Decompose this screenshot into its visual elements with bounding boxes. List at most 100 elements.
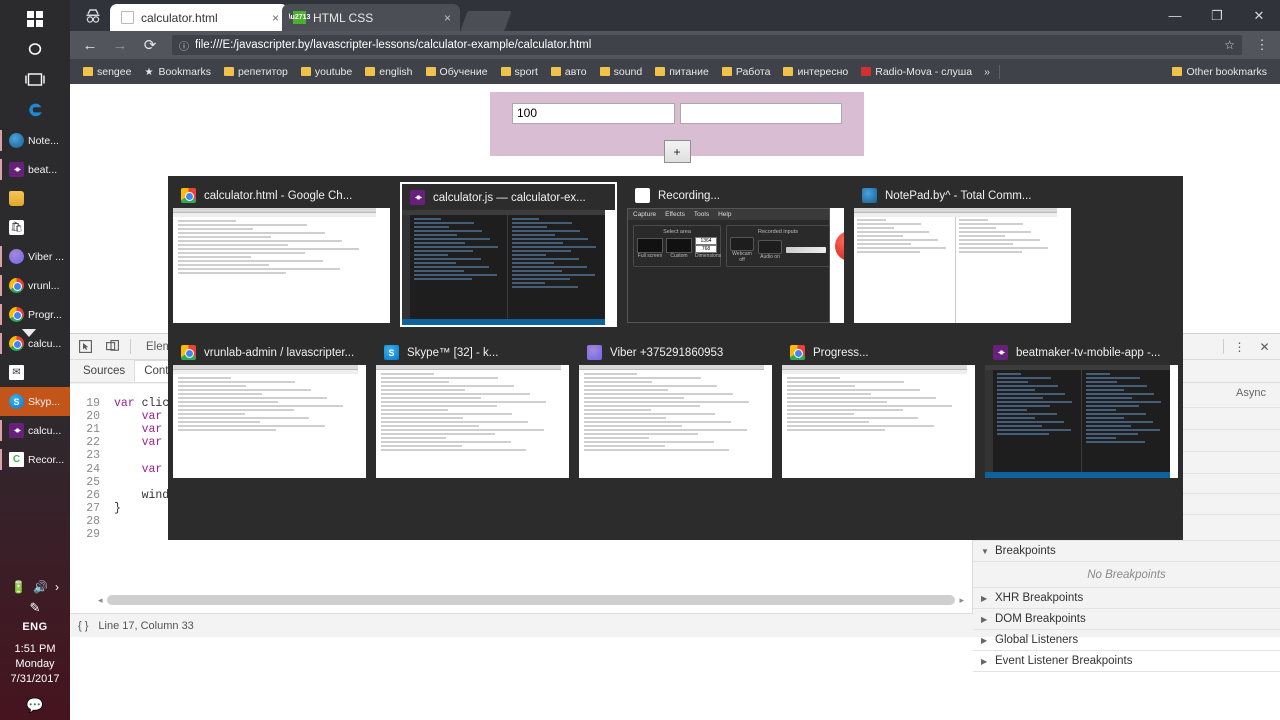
taskbar-item-viber[interactable]: Viber ... — [0, 242, 70, 271]
number1-input[interactable]: 100 — [512, 103, 675, 124]
sidebar-section-breakpoints[interactable]: ▼ Breakpoints — [973, 541, 1280, 562]
editor-horizontal-scrollbar[interactable] — [106, 595, 956, 605]
task-switcher-window[interactable]: beatmaker-tv-mobile-app -... — [985, 339, 1178, 478]
maximize-button[interactable]: ❐ — [1196, 0, 1238, 31]
language-indicator[interactable]: ENG — [22, 621, 47, 633]
viber-icon — [587, 345, 602, 360]
reload-icon[interactable]: ⟳ — [138, 33, 162, 57]
window-title: Skype™ [32] - k... — [407, 346, 499, 359]
other-bookmarks-button[interactable]: Other bookmarks — [1166, 64, 1273, 80]
edge-browser-icon[interactable] — [0, 94, 70, 124]
bookmark-item[interactable]: ★ Bookmarks — [138, 64, 217, 80]
task-switcher-window[interactable]: C Recording... Capture Effects Tools Help Sele… — [627, 182, 844, 327]
task-view-icon[interactable] — [0, 64, 70, 94]
taskbar-system-icons — [0, 0, 70, 124]
taskbar-item-skyp[interactable]: S Skyp... — [0, 387, 70, 416]
sidebar-section-event-listener-breakpoints[interactable]: ▶ Event Listener Breakpoints — [973, 651, 1280, 672]
taskbar-item-calcu[interactable]: calcu... — [0, 329, 70, 358]
tab-close-icon[interactable]: × — [444, 11, 451, 25]
taskbar-item-progr[interactable]: Progr... — [0, 300, 70, 329]
plus-button[interactable]: + — [663, 140, 691, 163]
taskbar-item-vrunl[interactable]: vrunl... — [0, 271, 70, 300]
window-thumbnail[interactable] — [402, 210, 615, 325]
taskbar-item-recor[interactable]: C Recor... — [0, 445, 70, 474]
other-bookmarks-label: Other bookmarks — [1186, 65, 1267, 78]
battery-icon[interactable]: 🔋 — [11, 580, 26, 594]
number2-input[interactable] — [679, 103, 842, 124]
bookmark-star-icon[interactable]: ☆ — [1224, 38, 1235, 52]
bookmark-item[interactable]: Radio-Mova - слуша — [855, 64, 978, 80]
sidebar-section-global-listeners[interactable]: ▶ Global Listeners — [973, 630, 1280, 651]
window-thumbnail[interactable] — [579, 365, 772, 478]
window-thumbnail[interactable] — [854, 208, 1071, 323]
tab-close-icon[interactable]: × — [272, 11, 279, 25]
format-braces-icon[interactable]: { } — [78, 620, 88, 632]
bookmark-item[interactable]: Работа — [716, 64, 777, 80]
task-switcher-window[interactable]: Progress... — [782, 339, 975, 478]
bookmark-label: sengee — [97, 65, 132, 78]
close-icon[interactable]: ✕ — [1255, 337, 1274, 356]
task-switcher-window[interactable]: NotePad.by^ - Total Comm... — [854, 182, 1071, 327]
sidebar-section-xhr-breakpoints[interactable]: ▶ XHR Breakpoints — [973, 588, 1280, 609]
browser-tab-html-css[interactable]: \u2713 HTML CSS × — [282, 4, 460, 31]
address-bar[interactable]: ⓘ file:///E:/javascripter.by/lavascripte… — [172, 35, 1242, 55]
bookmarks-overflow-button[interactable]: » — [979, 64, 995, 80]
line-number: 19 — [70, 397, 107, 411]
window-thumbnail[interactable] — [376, 365, 569, 478]
scroll-right-arrow-icon[interactable]: ▸ — [959, 595, 964, 606]
taskbar-clock[interactable]: 1:51 PM Monday 7/31/2017 — [11, 642, 60, 687]
bookmark-item[interactable]: питание — [649, 64, 715, 80]
taskbar-item-calcu[interactable]: calcu... — [0, 416, 70, 445]
three-dot-menu-icon[interactable]: ⋮ — [1230, 337, 1249, 356]
bookmark-item[interactable]: репетитор — [218, 64, 294, 80]
task-switcher-window[interactable]: calculator.html - Google Ch... — [173, 182, 390, 327]
close-button[interactable]: ✕ — [1238, 0, 1280, 31]
browser-tab-calculator[interactable]: calculator.html × — [110, 4, 288, 31]
device-toolbar-icon[interactable] — [103, 337, 122, 356]
folder-icon — [425, 67, 436, 76]
taskbar-item-app8[interactable]: ✉ — [0, 358, 70, 387]
window-thumbnail[interactable]: Capture Effects Tools Help Select area Full s… — [627, 208, 844, 323]
chrome-icon — [9, 336, 24, 351]
taskbar-item-note[interactable]: Note... — [0, 126, 70, 155]
chevron-right-icon[interactable]: › — [55, 580, 59, 594]
bookmark-item[interactable]: sound — [594, 64, 649, 80]
bookmark-item[interactable]: интересно — [777, 64, 854, 80]
bookmark-item[interactable]: sport — [495, 64, 544, 80]
taskbar-item-beat[interactable]: beat... — [0, 155, 70, 184]
window-thumbnail[interactable] — [985, 365, 1178, 478]
task-switcher-window[interactable]: S Skype™ [32] - k... — [376, 339, 569, 478]
minimize-button[interactable]: — — [1154, 0, 1196, 31]
back-arrow-icon[interactable]: ← — [78, 33, 102, 57]
scroll-left-arrow-icon[interactable]: ◂ — [98, 595, 103, 606]
speaker-icon[interactable]: 🔊 — [33, 580, 48, 594]
task-switcher-window[interactable]: vrunlab-admin / lavascripter... — [173, 339, 366, 478]
window-thumbnail[interactable] — [173, 365, 366, 478]
three-dot-menu-icon[interactable]: ⋮ — [1252, 37, 1272, 53]
pen-icon[interactable]: ✎ — [30, 600, 41, 616]
bookmark-label: sport — [514, 65, 538, 78]
bookmark-item[interactable]: english — [359, 64, 418, 80]
bookmark-label: youtube — [314, 65, 353, 78]
devtools-subtab-sources[interactable]: Sources — [74, 361, 134, 381]
task-switcher-window[interactable]: Viber +375291860953 — [579, 339, 772, 478]
action-center-icon[interactable]: 💬 — [26, 697, 43, 714]
new-tab-button[interactable] — [460, 11, 512, 31]
bookmark-item[interactable]: youtube — [295, 64, 358, 80]
page-info-icon[interactable]: ⓘ — [179, 38, 189, 53]
taskbar-item-app3[interactable]: 🛍 — [0, 213, 70, 242]
bookmark-item[interactable]: авто — [545, 64, 593, 80]
bookmark-item[interactable]: sengee — [77, 64, 137, 80]
taskbar-item-app2[interactable] — [0, 184, 70, 213]
inspect-element-icon[interactable] — [76, 337, 95, 356]
task-switcher-window[interactable]: calculator.js — calculator-ex... — [400, 182, 617, 327]
window-thumbnail[interactable] — [173, 208, 390, 323]
windows-start-icon[interactable] — [0, 4, 70, 34]
calculator-input-row: 100 — [490, 92, 864, 124]
bookmark-item[interactable]: Обучение — [420, 64, 494, 80]
sidebar-section-dom-breakpoints[interactable]: ▶ DOM Breakpoints — [973, 609, 1280, 630]
window-thumbnail[interactable] — [782, 365, 975, 478]
cortana-search-icon[interactable] — [0, 34, 70, 64]
bookmark-label: питание — [669, 65, 709, 78]
forward-arrow-icon[interactable]: → — [108, 33, 132, 57]
